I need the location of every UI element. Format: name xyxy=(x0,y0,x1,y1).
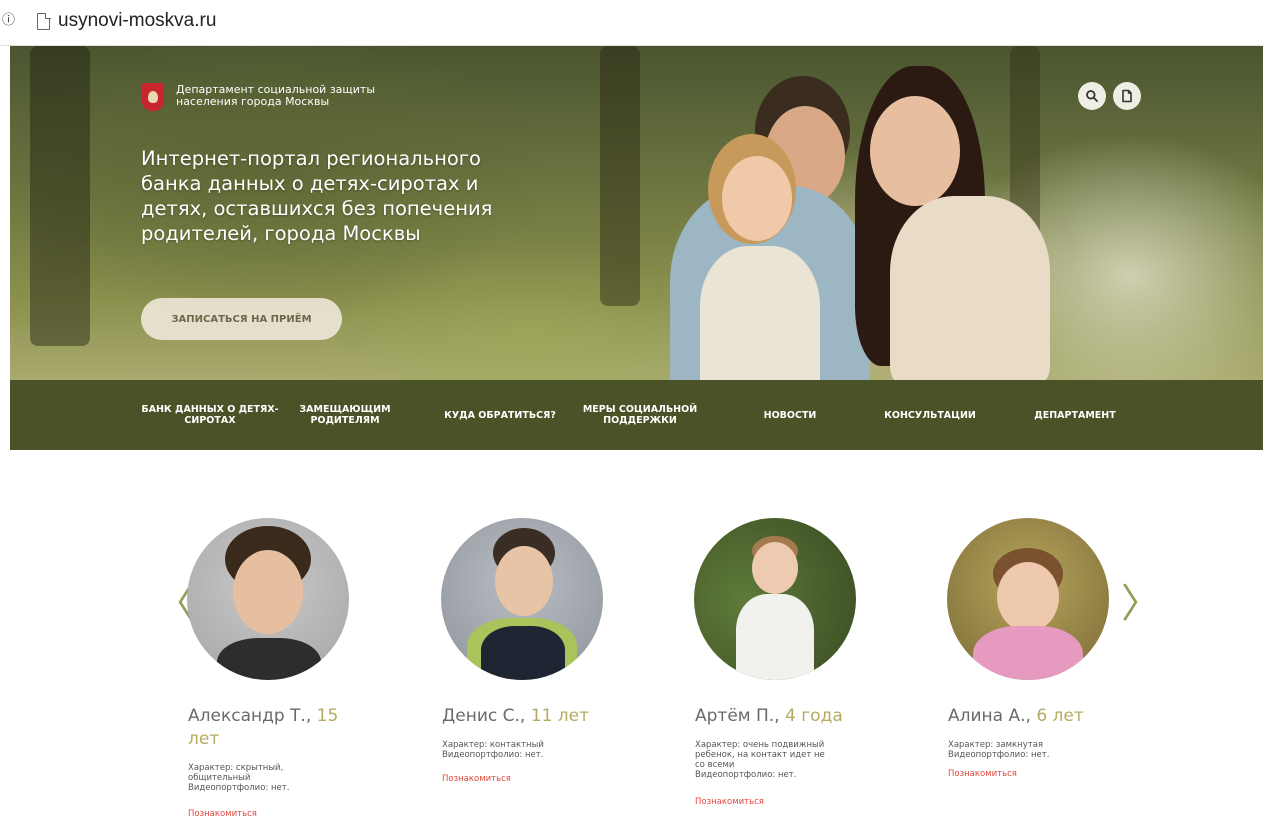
url-text[interactable]: usynovi-moskva.ru xyxy=(58,9,216,33)
address-bar[interactable]: ⓘ usynovi-moskva.ru xyxy=(0,0,1263,46)
meet-child-link[interactable]: Познакомиться xyxy=(948,769,1068,779)
face-decor xyxy=(752,542,798,594)
meet-child-link[interactable]: Познакомиться xyxy=(442,774,562,784)
moscow-coat-of-arms-icon[interactable] xyxy=(142,83,164,111)
page-margin xyxy=(0,46,10,825)
child-photo[interactable] xyxy=(441,518,603,680)
vest-decor xyxy=(481,626,565,680)
browser-window: ⓘ usynovi-moskva.ru Департамент социальн… xyxy=(0,0,1263,825)
child-photo[interactable] xyxy=(187,518,349,680)
nav-item-social-support[interactable]: МЕРЫ СОЦИАЛЬНОЙ ПОДДЕРЖКИ xyxy=(570,380,710,450)
clothes-decor xyxy=(217,638,321,680)
meet-child-link[interactable]: Познакомиться xyxy=(188,809,308,819)
main-navigation: БАНК ДАННЫХ О ДЕТЯХ- СИРОТАХ ЗАМЕЩАЮЩИМ … xyxy=(10,380,1263,450)
child-photo[interactable] xyxy=(947,518,1109,680)
document-button[interactable] xyxy=(1113,82,1141,110)
carousel-next-arrow[interactable]: 〉 xyxy=(1121,582,1161,626)
nav-item-department[interactable]: ДЕПАРТАМЕНТ xyxy=(1010,380,1140,450)
mother-dress-decor xyxy=(890,196,1050,380)
girl-dress-decor xyxy=(700,246,820,380)
nav-item-foster-parents[interactable]: ЗАМЕЩАЮЩИМ РОДИТЕЛЯМ xyxy=(290,380,400,450)
department-name[interactable]: Департамент социальной защиты населения … xyxy=(176,84,436,108)
child-name-text: Алина А., xyxy=(948,706,1037,726)
nav-item-consultations[interactable]: КОНСУЛЬТАЦИИ xyxy=(865,380,995,450)
child-name-text: Денис С., xyxy=(442,706,531,726)
child-age: 6 лет xyxy=(1036,706,1084,726)
child-photo[interactable] xyxy=(694,518,856,680)
child-age: 4 года xyxy=(785,706,843,726)
meet-child-link[interactable]: Познакомиться xyxy=(695,797,815,807)
child-description: Характер: скрытный, общительный Видеопор… xyxy=(188,763,290,793)
child-name[interactable]: Денис С., 11 лет xyxy=(442,705,622,728)
shirt-decor xyxy=(736,594,814,680)
portal-title: Интернет-портал регионального банка данн… xyxy=(141,147,493,245)
child-name[interactable]: Алина А., 6 лет xyxy=(948,705,1128,728)
document-icon xyxy=(1122,89,1132,103)
child-description: Характер: контактный Видеопортфолио: нет… xyxy=(442,740,544,760)
child-description: Характер: замкнутая Видеопортфолио: нет. xyxy=(948,740,1050,760)
face-decor xyxy=(495,546,553,616)
page-icon xyxy=(37,12,51,30)
site-info-icon[interactable]: ⓘ xyxy=(2,14,15,28)
child-name[interactable]: Александр Т., 15 лет xyxy=(188,705,368,751)
nav-item-where-to-apply[interactable]: КУДА ОБРАТИТЬСЯ? xyxy=(420,380,580,450)
face-decor xyxy=(233,550,303,634)
search-button[interactable] xyxy=(1078,82,1106,110)
child-name[interactable]: Артём П., 4 года xyxy=(695,705,875,728)
girl-face-decor xyxy=(722,156,792,241)
child-name-text: Артём П., xyxy=(695,706,786,726)
child-name-text: Александр Т., xyxy=(188,706,317,726)
tree-trunk-decor xyxy=(30,46,90,346)
nav-item-news[interactable]: НОВОСТИ xyxy=(740,380,840,450)
jacket-decor xyxy=(973,626,1083,680)
mother-face-decor xyxy=(870,96,960,206)
child-age: 11 лет xyxy=(530,706,590,726)
hero-banner: Департамент социальной защиты населения … xyxy=(10,46,1263,380)
search-icon xyxy=(1086,90,1098,102)
child-description: Характер: очень подвижный ребенок, на ко… xyxy=(695,740,825,780)
face-decor xyxy=(997,562,1059,632)
carousel-prev-arrow[interactable]: 〈 xyxy=(155,582,195,626)
tree-trunk-decor xyxy=(600,46,640,306)
nav-item-children-bank[interactable]: БАНК ДАННЫХ О ДЕТЯХ- СИРОТАХ xyxy=(130,380,290,450)
make-appointment-button[interactable]: ЗАПИСАТЬСЯ НА ПРИЁМ xyxy=(141,298,342,340)
